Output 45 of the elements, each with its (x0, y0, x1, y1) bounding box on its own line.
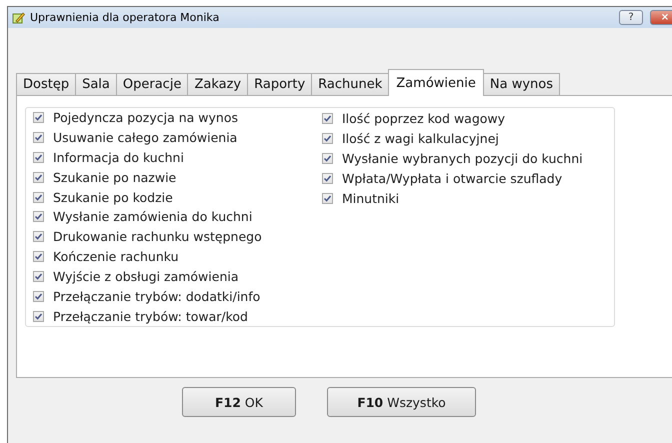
checkbox[interactable] (322, 152, 333, 164)
checkbox-label: Minutniki (342, 190, 400, 206)
tab[interactable]: Na wynos (482, 73, 560, 95)
checkbox[interactable] (33, 310, 44, 322)
checkbox-label: Przełączanie trybów: towar/kod (53, 308, 248, 324)
checkbox[interactable] (33, 132, 44, 144)
checkbox[interactable] (33, 290, 44, 302)
tab[interactable]: Zakazy (187, 73, 248, 95)
checkbox-label: Wysłanie zamówienia do kuchni (53, 209, 252, 224)
tab[interactable]: Rachunek (311, 73, 390, 95)
window-title: Uprawnienia dla operatora Monika (30, 11, 220, 24)
checkbox-label: Informacja do kuchni (53, 150, 184, 166)
checkbox-label: Ilość poprzez kod wagowy (342, 110, 506, 126)
checkbox[interactable] (33, 152, 44, 164)
tab[interactable]: Zamówienie (388, 69, 484, 96)
checkbox-label: Wpłata/Wypłata i otwarcie szuflady (342, 170, 562, 186)
checkbox-label: Kończenie rachunku (53, 249, 179, 264)
checkbox-label: Wyjście z obsługi zamówienia (53, 268, 239, 284)
checkbox[interactable] (322, 132, 333, 144)
checkbox[interactable] (33, 211, 44, 222)
checkbox[interactable] (33, 112, 44, 124)
dialog-button[interactable]: F10 Wszystko (327, 387, 476, 417)
checkbox-label: Ilość z wagi kalkulacyjnej (342, 130, 499, 146)
dialog-button[interactable]: F12 OK (182, 387, 296, 417)
checkbox-label: Przełączanie trybów: dodatki/info (53, 288, 260, 304)
tab[interactable]: Dostęp (16, 73, 76, 95)
checkbox[interactable] (33, 270, 44, 282)
checkbox-label: Usuwanie całego zamówienia (53, 130, 238, 146)
tab[interactable]: Operacje (116, 73, 188, 95)
checkbox-label: Szukanie po nazwie (53, 170, 176, 185)
pencil-icon (12, 11, 25, 24)
checkbox[interactable] (322, 172, 333, 184)
checkbox[interactable] (33, 251, 44, 262)
help-button[interactable]: ? (619, 10, 643, 25)
checkbox-label: Wysłanie wybranych pozycji do kuchni (342, 150, 583, 166)
checkbox[interactable] (33, 192, 44, 203)
checkbox[interactable] (322, 192, 333, 204)
checkbox-label: Szukanie po kodzie (53, 190, 173, 205)
checkbox[interactable] (322, 112, 333, 124)
tab[interactable]: Sala (75, 73, 117, 95)
checkbox[interactable] (33, 231, 44, 242)
checkbox-label: Pojedyncza pozycja na wynos (53, 110, 238, 126)
tab[interactable]: Raporty (247, 73, 312, 95)
checkbox[interactable] (33, 172, 44, 183)
checkbox-label: Drukowanie rachunku wstępnego (53, 229, 262, 244)
